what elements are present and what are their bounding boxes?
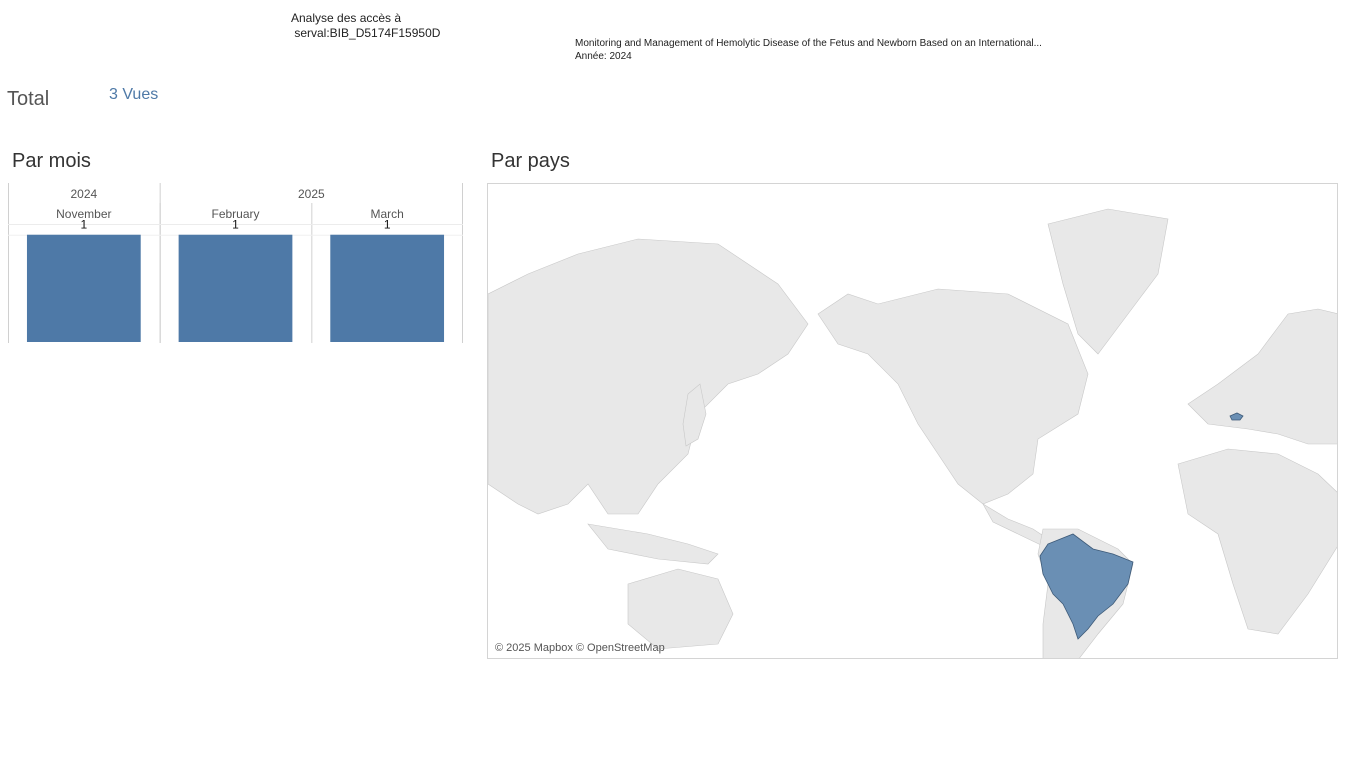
document-title: Monitoring and Management of Hemolytic D… bbox=[575, 38, 1042, 49]
world-map-svg bbox=[488, 208, 1337, 658]
year-header: 2025 bbox=[298, 187, 325, 201]
document-info: Monitoring and Management of Hemolytic D… bbox=[575, 37, 1042, 63]
report-title: Analyse des accès à serval:BIB_D5174F159… bbox=[291, 11, 440, 41]
bar bbox=[178, 234, 293, 342]
total-views-value: 3 Vues bbox=[109, 86, 159, 103]
land-indonesia bbox=[587, 523, 719, 565]
bar-value-label: 1 bbox=[80, 218, 87, 232]
land-africa bbox=[1177, 448, 1337, 635]
by-country-title: Par pays bbox=[491, 150, 570, 172]
report-title-line1: Analyse des accès à bbox=[291, 11, 402, 25]
bar bbox=[330, 234, 445, 342]
bar-value-label: 1 bbox=[384, 218, 391, 232]
land-asia bbox=[488, 238, 809, 515]
by-month-title: Par mois bbox=[12, 150, 91, 172]
country-map[interactable]: © 2025 Mapbox © OpenStreetMap bbox=[487, 183, 1338, 659]
total-label: Total bbox=[7, 88, 50, 110]
land-north-america bbox=[817, 288, 1089, 505]
bar-value-label: 1 bbox=[232, 218, 239, 232]
map-attribution[interactable]: © 2025 Mapbox © OpenStreetMap bbox=[495, 642, 665, 654]
bar-chart-svg: 2024 2025November February March1 1 1 bbox=[8, 183, 463, 343]
bar bbox=[26, 234, 141, 342]
land-europe bbox=[1187, 308, 1337, 445]
land-central-america bbox=[982, 503, 1049, 547]
document-year: Année: 2024 bbox=[575, 51, 632, 62]
monthly-views-chart: 2024 2025 November February March 1 1 1 bbox=[8, 183, 463, 343]
report-title-line2: serval:BIB_D5174F15950D bbox=[291, 26, 441, 40]
land-australia bbox=[627, 568, 734, 650]
year-header: 2024 bbox=[70, 187, 97, 201]
